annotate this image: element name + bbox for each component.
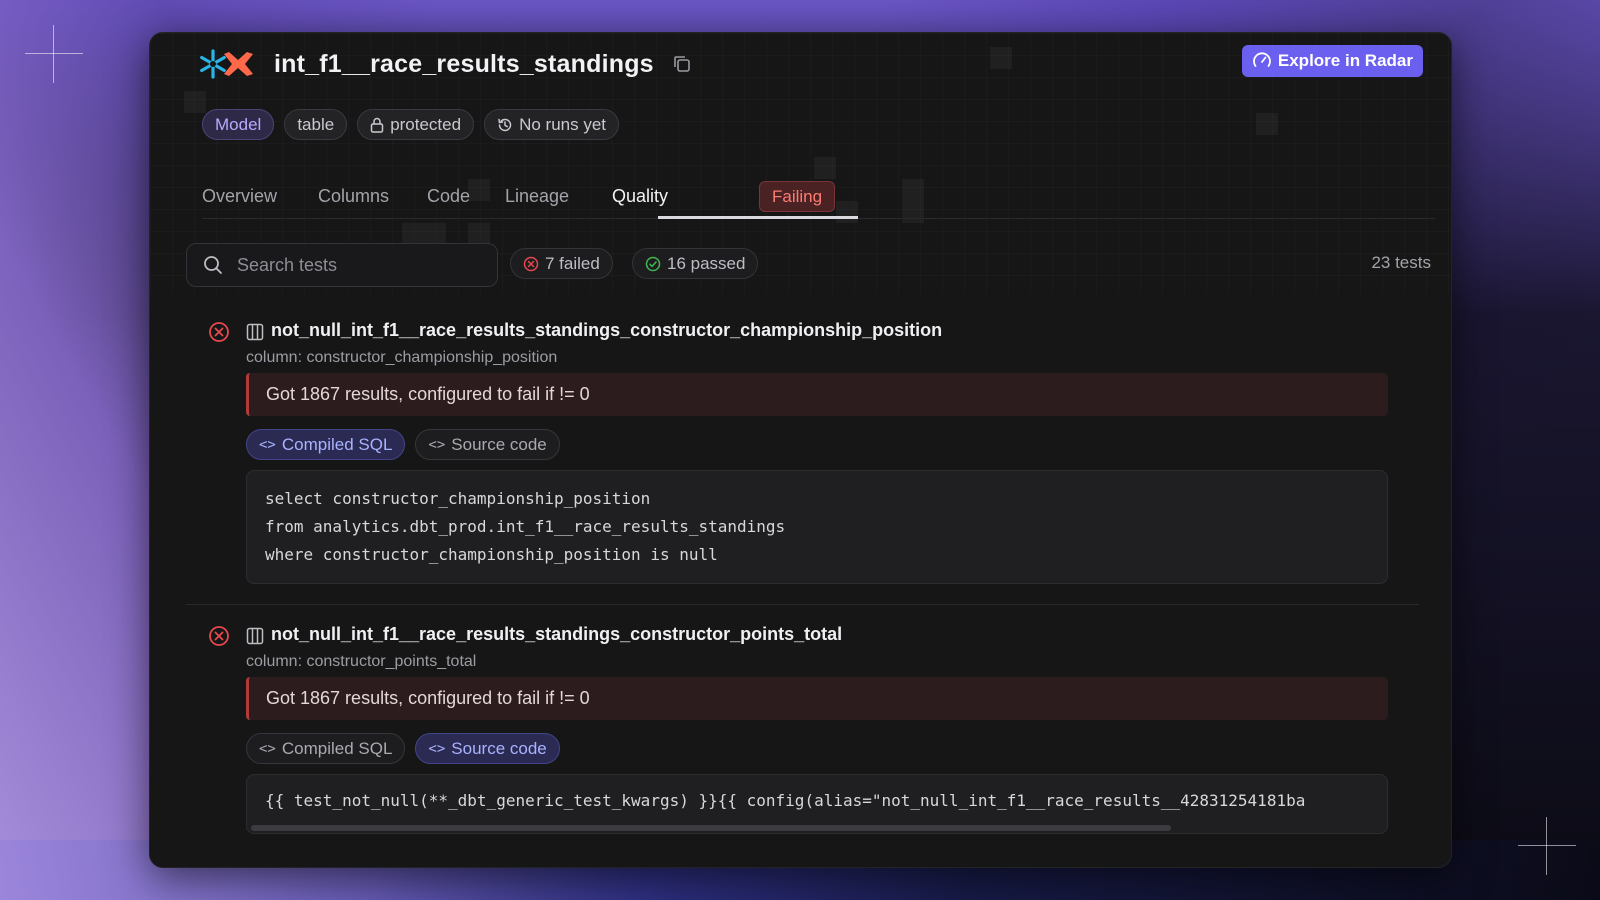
copy-icon[interactable]: [672, 54, 692, 74]
test-column: column: constructor_points_total: [246, 653, 477, 670]
code-icon: <>: [428, 740, 446, 757]
lock-icon: [370, 117, 384, 133]
code-view-tabs: <> Compiled SQL <> Source code: [246, 429, 560, 460]
code-icon: <>: [428, 436, 446, 453]
column-icon: [246, 627, 264, 645]
runs-badge: No runs yet: [484, 109, 620, 140]
source-code-label: Source code: [451, 738, 547, 758]
explore-in-radar-button[interactable]: Explore in Radar: [1241, 45, 1423, 77]
model-title: int_f1__race_results_standings: [274, 49, 654, 78]
tab-overview[interactable]: Overview: [202, 173, 277, 219]
test-item: not_null_int_f1__race_results_standings_…: [186, 315, 1419, 605]
source-code-tab[interactable]: <> Source code: [415, 429, 560, 460]
corner-crosshair: [1518, 817, 1576, 875]
test-name[interactable]: not_null_int_f1__race_results_standings_…: [271, 624, 842, 645]
x-circle-icon: [523, 256, 539, 271]
code-block[interactable]: select constructor_championship_position…: [246, 470, 1388, 584]
code-icon: <>: [259, 436, 276, 453]
column-icon: [246, 323, 264, 341]
runs-label: No runs yet: [519, 114, 607, 134]
corner-crosshair: [25, 25, 83, 83]
check-circle-icon: [645, 256, 661, 271]
compiled-sql-label: Compiled SQL: [281, 738, 393, 758]
search-tests: [186, 243, 498, 287]
passed-filter[interactable]: 16 passed: [632, 248, 759, 279]
horizontal-scrollbar[interactable]: [251, 825, 1171, 831]
model-badges: Model table protected No runs yet: [202, 109, 620, 140]
failed-status-icon: [209, 626, 229, 646]
source-code-label: Source code: [451, 434, 547, 454]
test-error-message: Got 1867 results, configured to fail if …: [246, 373, 1388, 416]
passed-count: 16 passed: [667, 253, 746, 273]
source-code-tab[interactable]: <> Source code: [415, 733, 560, 764]
code-block[interactable]: {{ test_not_null(**_dbt_generic_test_kwa…: [246, 774, 1388, 834]
search-icon: [204, 256, 222, 274]
failed-filter[interactable]: 7 failed: [510, 248, 613, 279]
compiled-sql-tab[interactable]: <> Compiled SQL: [246, 733, 406, 764]
snowflake-dbt-logo-icon: [200, 49, 253, 79]
code-line: from analytics.dbt_prod.int_f1__race_res…: [265, 517, 786, 536]
test-error-message: Got 1867 results, configured to fail if …: [246, 677, 1388, 720]
model-header: int_f1__race_results_standings: [198, 47, 692, 81]
tab-lineage[interactable]: Lineage: [505, 173, 569, 219]
access-label: protected: [390, 114, 462, 134]
failed-status-icon: [209, 322, 229, 342]
test-item: not_null_int_f1__race_results_standings_…: [186, 619, 1419, 867]
tab-columns[interactable]: Columns: [318, 173, 389, 219]
code-view-tabs: <> Compiled SQL <> Source code: [246, 733, 560, 764]
quality-status-badge: Failing: [759, 181, 836, 212]
materialization-badge: table: [284, 109, 348, 140]
tab-quality[interactable]: Quality: [612, 173, 668, 219]
code-line: {{ test_not_null(**_dbt_generic_test_kwa…: [265, 791, 1306, 810]
model-type-badge: Model: [202, 109, 275, 140]
total-tests: 23 tests: [1371, 253, 1431, 272]
code-line: select constructor_championship_position: [265, 489, 651, 508]
radar-gauge-icon: [1253, 52, 1271, 67]
access-badge: protected: [357, 109, 475, 140]
model-detail-panel: int_f1__race_results_standings Explore i…: [149, 32, 1452, 868]
test-name[interactable]: not_null_int_f1__race_results_standings_…: [271, 320, 942, 341]
model-tabs: Overview Columns Code Lineage Quality Fa…: [202, 173, 1435, 219]
compiled-sql-tab[interactable]: <> Compiled SQL: [246, 429, 406, 460]
code-icon: <>: [259, 740, 276, 757]
compiled-sql-label: Compiled SQL: [281, 434, 393, 454]
search-input[interactable]: [237, 254, 477, 276]
active-tab-indicator: [658, 216, 858, 219]
code-line: where constructor_championship_position …: [265, 545, 718, 564]
failed-count: 7 failed: [545, 253, 600, 273]
explore-label: Explore in Radar: [1277, 51, 1413, 70]
test-column: column: constructor_championship_positio…: [246, 349, 558, 366]
tab-code[interactable]: Code: [427, 173, 470, 219]
history-icon: [498, 118, 512, 131]
